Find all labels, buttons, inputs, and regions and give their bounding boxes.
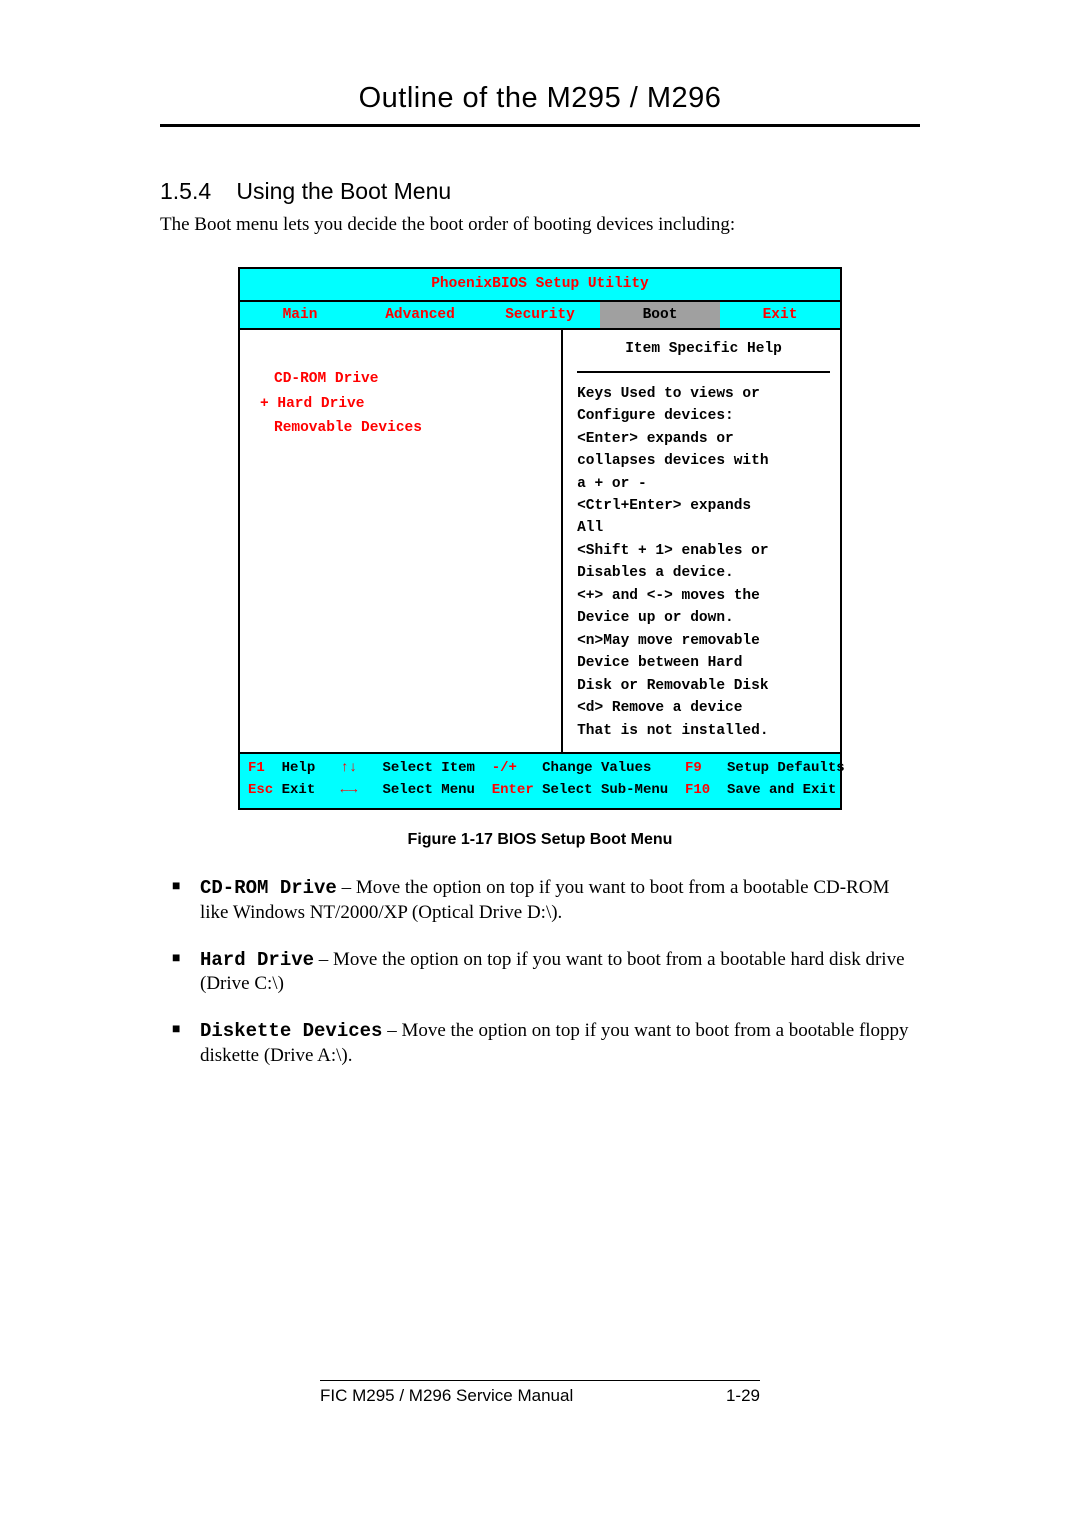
help-line: <Shift + 1> enables or <box>577 540 830 562</box>
bullet-name: CD-ROM Drive <box>200 877 337 899</box>
help-line: <+> and <-> moves the <box>577 585 830 607</box>
section-number: 1.5.4 <box>160 177 230 207</box>
bios-boot-order-list: CD-ROM Drive + Hard Drive Removable Devi… <box>240 330 563 752</box>
help-line: Device between Hard <box>577 652 830 674</box>
key-enter: Enter <box>492 780 534 802</box>
key-updown-label: Select Item <box>382 758 474 780</box>
key-enter-label: Select Sub-Menu <box>542 780 668 802</box>
footer-page-number: 1-29 <box>726 1385 760 1407</box>
intro-text: The Boot menu lets you decide the boot o… <box>160 213 920 238</box>
boot-item-removable[interactable]: Removable Devices <box>246 417 555 439</box>
bios-tab-bar: Main Advanced Security Boot Exit <box>240 302 840 330</box>
help-line: Device up or down. <box>577 607 830 629</box>
help-line: Keys Used to views or <box>577 383 830 405</box>
help-line: <n>May move removable <box>577 630 830 652</box>
bios-tab-exit[interactable]: Exit <box>720 302 840 328</box>
figure-caption: Figure 1-17 BIOS Setup Boot Menu <box>160 830 920 851</box>
key-f10-label: Save and Exit <box>727 780 836 802</box>
key-minusplus-label: Change Values <box>542 758 651 780</box>
key-leftright-label: Select Menu <box>382 780 474 802</box>
help-line: a + or - <box>577 473 830 495</box>
help-line: Disk or Removable Disk <box>577 675 830 697</box>
key-leftright: ←→ <box>340 780 357 802</box>
key-f9: F9 <box>685 758 702 780</box>
bullet-hard-drive: Hard Drive – Move the option on top if y… <box>184 948 920 997</box>
help-line: <Ctrl+Enter> expands <box>577 495 830 517</box>
footer-left: FIC M295 / M296 Service Manual <box>320 1385 573 1407</box>
page-footer: FIC M295 / M296 Service Manual 1-29 <box>320 1380 760 1407</box>
bios-footer-keys: F1 Help ↑↓ Select Item -/+ Change Values… <box>240 752 840 807</box>
bios-title: PhoenixBIOS Setup Utility <box>240 269 840 301</box>
bullet-name: Diskette Devices <box>200 1020 382 1042</box>
boot-item-cdrom[interactable]: CD-ROM Drive <box>246 368 555 390</box>
help-line: <Enter> expands or <box>577 428 830 450</box>
bios-tab-main[interactable]: Main <box>240 302 360 328</box>
bios-tab-security[interactable]: Security <box>480 302 600 328</box>
bios-tab-boot[interactable]: Boot <box>600 302 720 328</box>
section-heading: 1.5.4 Using the Boot Menu <box>160 177 920 207</box>
key-minusplus: -/+ <box>492 758 517 780</box>
key-f1-label: Help <box>282 758 316 780</box>
bios-setup-screenshot: PhoenixBIOS Setup Utility Main Advanced … <box>238 267 842 809</box>
page-title: Outline of the M295 / M296 <box>160 80 920 127</box>
bullet-diskette: Diskette Devices – Move the option on to… <box>184 1019 920 1068</box>
boot-item-hard-drive[interactable]: + Hard Drive <box>246 393 555 415</box>
help-line: All <box>577 517 830 539</box>
key-esc: Esc <box>248 780 273 802</box>
help-line: That is not installed. <box>577 720 830 742</box>
bullet-cdrom: CD-ROM Drive – Move the option on top if… <box>184 876 920 925</box>
key-f10: F10 <box>685 780 710 802</box>
help-line: <d> Remove a device <box>577 697 830 719</box>
key-f9-label: Setup Defaults <box>727 758 845 780</box>
key-f1: F1 <box>248 758 265 780</box>
key-updown: ↑↓ <box>340 758 357 780</box>
help-line: Disables a device. <box>577 562 830 584</box>
section-title: Using the Boot Menu <box>236 178 451 204</box>
help-line: Configure devices: <box>577 405 830 427</box>
bios-help-title: Item Specific Help <box>577 338 830 372</box>
help-line: collapses devices with <box>577 450 830 472</box>
bullet-name: Hard Drive <box>200 949 314 971</box>
bios-tab-advanced[interactable]: Advanced <box>360 302 480 328</box>
key-esc-label: Exit <box>282 780 316 802</box>
bios-help-panel: Item Specific Help Keys Used to views or… <box>563 330 840 752</box>
